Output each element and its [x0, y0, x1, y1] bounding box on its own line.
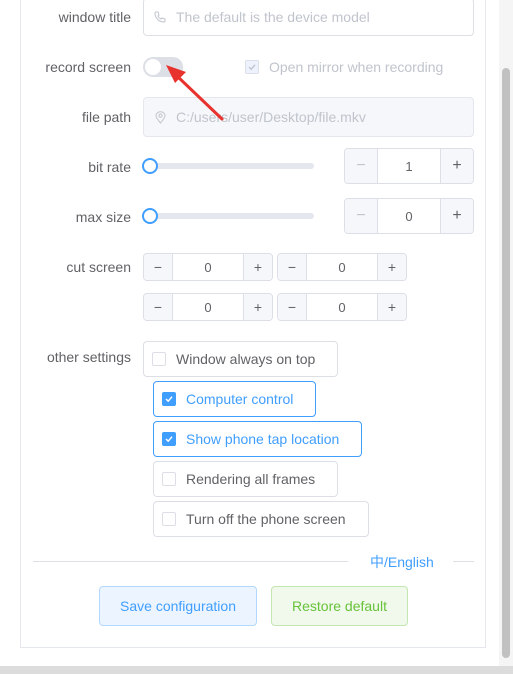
restore-default-button[interactable]: Restore default	[271, 586, 408, 626]
record-screen-toggle[interactable]	[143, 57, 183, 77]
bit-rate-label: bit rate	[88, 159, 131, 175]
max-size-slider[interactable]	[142, 208, 314, 224]
cut-screen-3-increase-button[interactable]: +	[243, 294, 272, 320]
record-screen-label: record screen	[45, 59, 131, 75]
computer-control-checkbox[interactable]: Computer control	[153, 381, 316, 417]
checkmark-icon	[245, 60, 259, 74]
max-size-increase-button[interactable]: +	[440, 199, 473, 233]
option-label: Rendering all frames	[186, 471, 316, 487]
file-path-input[interactable]: C:/users/user/Desktop/file.mkv	[143, 97, 474, 137]
window-title-placeholder: The default is the device model	[176, 9, 370, 25]
option-label: Show phone tap location	[186, 431, 340, 447]
cut-screen-stepper-2[interactable]: − 0 +	[277, 253, 407, 281]
rendering-all-frames-checkbox[interactable]: Rendering all frames	[153, 461, 338, 497]
toggle-knob	[145, 59, 161, 75]
show-phone-tap-location-checkbox[interactable]: Show phone tap location	[153, 421, 362, 457]
unchecked-box-icon	[162, 472, 176, 486]
divider-left	[33, 561, 348, 562]
bit-rate-increase-button[interactable]: +	[440, 149, 473, 183]
cut-screen-2-value[interactable]: 0	[307, 254, 377, 280]
cut-screen-stepper-3[interactable]: − 0 +	[143, 293, 273, 321]
max-size-value[interactable]: 0	[378, 199, 440, 233]
cut-screen-3-value[interactable]: 0	[173, 294, 243, 320]
option-label: Turn off the phone screen	[186, 511, 346, 527]
max-size-slider-handle[interactable]	[142, 208, 158, 224]
checkmark-icon	[162, 432, 176, 446]
bit-rate-stepper[interactable]: − 1 +	[344, 148, 474, 184]
unchecked-box-icon	[162, 512, 176, 526]
max-size-decrease-button[interactable]: −	[345, 199, 378, 233]
cut-screen-1-value[interactable]: 0	[173, 254, 243, 280]
scrollbar-thumb[interactable]	[502, 68, 510, 658]
window-title-input[interactable]: The default is the device model	[143, 0, 474, 36]
cut-screen-4-increase-button[interactable]: +	[377, 294, 406, 320]
cut-screen-stepper-4[interactable]: − 0 +	[277, 293, 407, 321]
save-configuration-button[interactable]: Save configuration	[99, 586, 257, 626]
window-bottom-edge	[0, 666, 513, 674]
file-path-label: file path	[81, 109, 131, 125]
window-always-on-top-checkbox[interactable]: Window always on top	[143, 341, 338, 377]
bit-rate-slider-handle[interactable]	[142, 158, 158, 174]
cut-screen-1-increase-button[interactable]: +	[243, 254, 272, 280]
file-path-placeholder: C:/users/user/Desktop/file.mkv	[176, 109, 366, 125]
option-label: Computer control	[186, 391, 294, 407]
bit-rate-decrease-button[interactable]: −	[345, 149, 378, 183]
phone-icon	[154, 10, 166, 24]
window-title-label: window title	[58, 9, 131, 25]
language-switch-link[interactable]: 中/English	[370, 552, 434, 572]
divider-right	[453, 561, 474, 562]
other-settings-label: other settings	[46, 349, 131, 365]
cut-screen-stepper-1[interactable]: − 0 +	[143, 253, 273, 281]
bit-rate-value[interactable]: 1	[378, 149, 440, 183]
cut-screen-4-value[interactable]: 0	[307, 294, 377, 320]
option-label: Window always on top	[176, 351, 316, 367]
cut-screen-label-text: cut screen	[66, 259, 131, 275]
cut-screen-1-decrease-button[interactable]: −	[144, 254, 173, 280]
cut-screen-4-decrease-button[interactable]: −	[278, 294, 307, 320]
unchecked-box-icon	[152, 352, 166, 366]
cut-screen-2-decrease-button[interactable]: −	[278, 254, 307, 280]
open-mirror-label: Open mirror when recording	[269, 59, 444, 75]
max-size-stepper[interactable]: − 0 +	[344, 198, 474, 234]
bit-rate-slider[interactable]	[142, 158, 314, 174]
location-pin-icon	[154, 110, 166, 124]
cut-screen-3-decrease-button[interactable]: −	[144, 294, 173, 320]
max-size-label: max size	[75, 209, 131, 225]
open-mirror-checkbox[interactable]: Open mirror when recording	[245, 59, 443, 75]
cut-screen-2-increase-button[interactable]: +	[377, 254, 406, 280]
turn-off-phone-screen-checkbox[interactable]: Turn off the phone screen	[153, 501, 369, 537]
checkmark-icon	[162, 392, 176, 406]
